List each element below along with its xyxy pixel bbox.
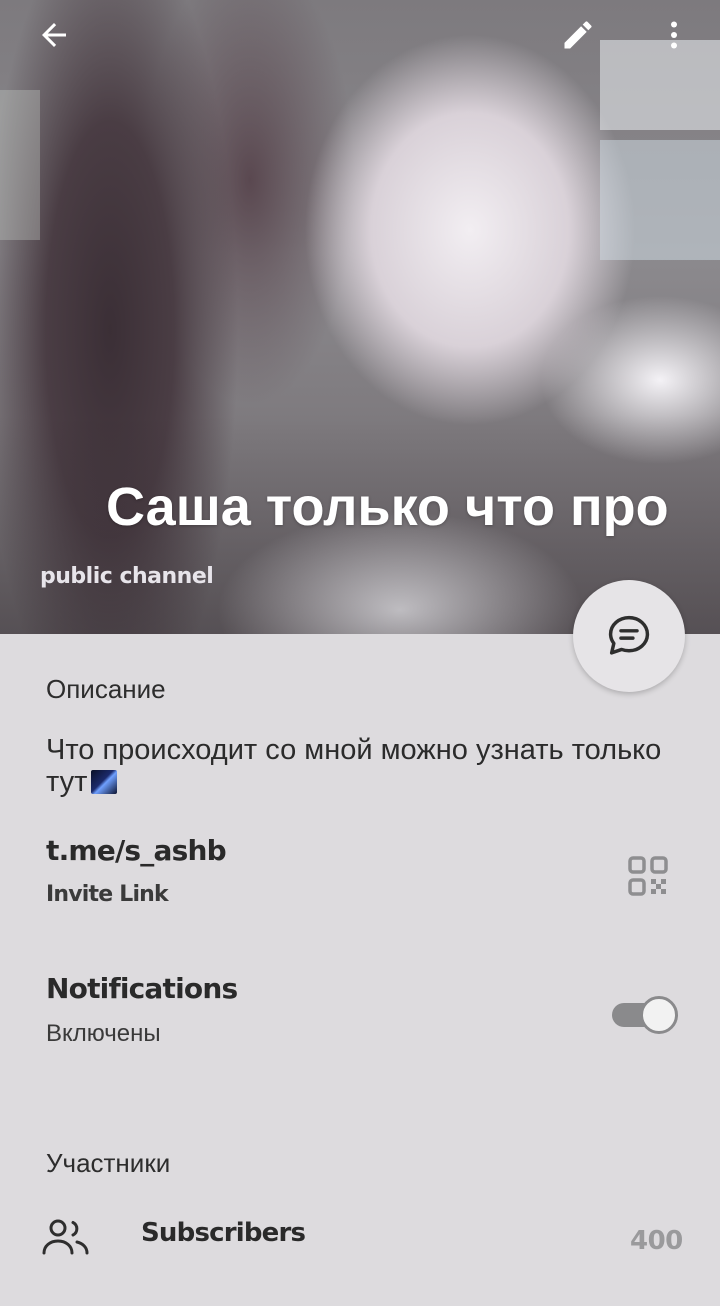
people-icon (42, 1219, 89, 1255)
members-label: Участники (46, 1148, 171, 1178)
qr-code-button[interactable] (624, 852, 672, 900)
invite-link-caption: Invite Link (46, 882, 169, 907)
invite-link[interactable]: t.me/s_ashb (46, 834, 227, 867)
edit-button[interactable] (550, 10, 606, 60)
notifications-status: Включены (46, 1020, 161, 1047)
more-options-button[interactable] (646, 10, 702, 60)
channel-title: Саша только что про (106, 477, 669, 537)
channel-type-label: public channel (40, 564, 214, 589)
notifications-title: Notifications (46, 972, 238, 1005)
description-text: Что происходит со мной можно узнать толь… (46, 734, 666, 798)
notifications-toggle[interactable] (610, 996, 680, 1034)
toggle-thumb (640, 996, 678, 1034)
subscribers-row[interactable]: Subscribers 400 (0, 1198, 720, 1278)
subscribers-count: 400 (630, 1226, 683, 1256)
description-label: Описание (46, 674, 166, 704)
pencil-icon (564, 21, 592, 49)
back-button[interactable] (26, 10, 82, 60)
arrow-left-icon (42, 23, 66, 47)
discussion-button[interactable] (573, 580, 685, 692)
subscribers-label: Subscribers (141, 1218, 306, 1248)
chat-bubble-icon (608, 615, 650, 655)
description-body: Что происходит со мной можно узнать толь… (46, 734, 662, 798)
night-sky-emoji-icon (91, 770, 118, 794)
qr-code-icon (628, 856, 668, 896)
more-vert-icon (671, 21, 677, 49)
